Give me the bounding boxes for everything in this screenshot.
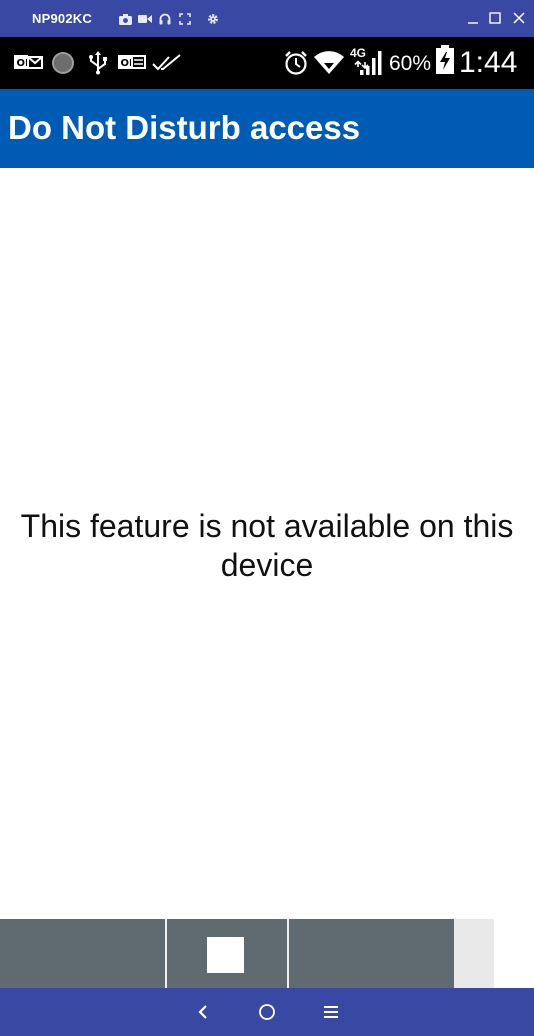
double-check-icon — [152, 51, 182, 75]
overlay-segment-light — [454, 919, 494, 988]
status-clock: 1:44 — [459, 46, 518, 79]
home-icon[interactable] — [255, 1000, 279, 1024]
back-icon[interactable] — [191, 1000, 215, 1024]
emulator-toolbar — [118, 12, 226, 26]
signal-icon — [352, 51, 384, 75]
headset-icon[interactable] — [158, 12, 172, 26]
camera-icon[interactable] — [118, 12, 132, 26]
bottom-overlay-panel — [0, 919, 534, 988]
emulator-title: NP902KC — [32, 11, 92, 26]
stop-square-icon[interactable] — [207, 937, 244, 973]
ok-keyboard-icon: OK — [118, 51, 146, 75]
ok-message-icon: OK — [14, 51, 44, 75]
battery-percent: 60% — [389, 52, 432, 75]
maximize-icon[interactable] — [488, 11, 502, 25]
close-icon[interactable] — [512, 11, 526, 25]
overlay-segment-right[interactable] — [289, 919, 454, 988]
battery-charging-icon — [435, 45, 455, 74]
emulator-title-bar: NP902KC — [0, 0, 534, 37]
status-bar: OK OK 4G 60% 1:44 — [0, 37, 534, 89]
alarm-icon — [283, 51, 309, 75]
main-content: This feature is not available on this de… — [0, 168, 534, 920]
video-icon[interactable] — [138, 12, 152, 26]
overlay-segment-left[interactable] — [0, 919, 165, 988]
fullscreen-icon[interactable] — [178, 12, 192, 26]
unavailable-message: This feature is not available on this de… — [20, 508, 514, 583]
page-title: Do Not Disturb access — [8, 109, 361, 146]
navigation-bar — [0, 988, 534, 1036]
minimize-icon[interactable] — [466, 11, 480, 25]
wifi-icon — [314, 51, 344, 75]
emulator-window: NP902KC OK OK 4G 60% 1:44 Do Not Disturb… — [0, 0, 534, 1036]
settings-icon[interactable] — [206, 12, 220, 26]
circle-icon — [50, 51, 76, 75]
menu-icon[interactable] — [319, 1000, 343, 1024]
app-bar: Do Not Disturb access — [0, 89, 534, 168]
usb-icon — [88, 51, 108, 75]
